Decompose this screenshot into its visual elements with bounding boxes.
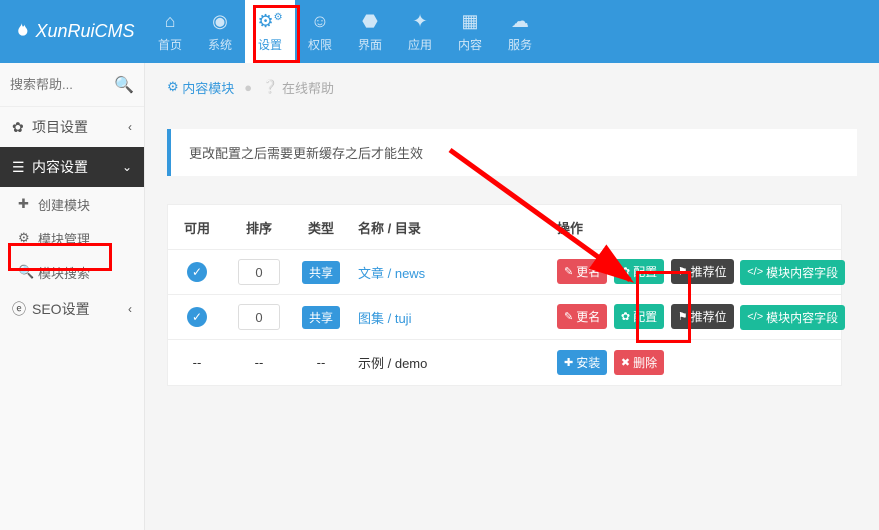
sidebar-module-manage[interactable]: ⚙ 模块管理 — [0, 221, 144, 255]
cogs-icon: ⚙ — [167, 79, 179, 95]
nav-service[interactable]: ☁服务 — [495, 0, 545, 63]
fields-button[interactable]: </>模块内容字段 — [740, 305, 845, 330]
config-button[interactable]: ✿配置 — [614, 259, 664, 284]
nav-app[interactable]: ✦应用 — [395, 0, 445, 63]
flag-icon: ⚑ — [678, 310, 688, 323]
table-row: ✓ 0 共享 图集 / tuji ✎更名 ✿配置 ⚑推荐位 </>模块内容字段 — [168, 295, 841, 340]
sort-input[interactable]: 0 — [238, 259, 280, 285]
sidebar-module-search[interactable]: 🔍 模块搜索 — [0, 255, 144, 289]
plus-icon: ✚ — [564, 356, 573, 369]
gear-icon: ✿ — [12, 119, 32, 136]
alert-cache: 更改配置之后需要更新缓存之后才能生效 — [167, 129, 857, 176]
user-icon: ☺ — [311, 11, 329, 32]
logo: XunRuiCMS — [0, 21, 145, 43]
nav-settings[interactable]: ⚙⚙设置 — [245, 0, 295, 63]
rename-button[interactable]: ✎更名 — [557, 304, 607, 329]
edit-icon: ✎ — [564, 265, 573, 278]
sidebar-create-module[interactable]: ✚ 创建模块 — [0, 187, 144, 221]
gear-icon: ✿ — [621, 265, 630, 278]
flag-icon: ⚑ — [678, 265, 688, 278]
edit-icon: ✎ — [564, 310, 573, 323]
code-icon: </> — [747, 311, 763, 323]
table-row: ✓ 0 共享 文章 / news ✎更名 ✿配置 ⚑推荐位 </>模块内容字段 — [168, 250, 841, 295]
code-icon: </> — [747, 266, 763, 278]
help-search[interactable]: 🔍 — [0, 63, 144, 107]
search-icon: 🔍 — [18, 264, 38, 280]
sidebar-seo-settings[interactable]: ⓔ SEO设置 ‹ — [0, 289, 144, 329]
th-sort: 排序 — [226, 218, 292, 237]
nav-auth[interactable]: ☺权限 — [295, 0, 345, 63]
globe-icon: ◉ — [212, 11, 228, 32]
bars-icon: ☰ — [12, 159, 32, 176]
gear-icon: ✿ — [621, 310, 630, 323]
module-table: 可用 排序 类型 名称 / 目录 操作 ✓ 0 共享 文章 / news ✎更名… — [167, 204, 842, 386]
module-link[interactable]: 图集 / tuji — [358, 311, 411, 326]
nav-system[interactable]: ◉系统 — [195, 0, 245, 63]
chevron-left-icon: ‹ — [128, 302, 132, 316]
ie-icon: ⓔ — [12, 299, 32, 319]
crumb-help[interactable]: ❔ 在线帮助 — [262, 78, 334, 97]
recpos-button[interactable]: ⚑推荐位 — [671, 304, 734, 329]
delete-button[interactable]: ✖删除 — [614, 350, 664, 375]
table-row: -- -- -- 示例 / demo ✚安装 ✖删除 — [168, 340, 841, 385]
type-badge: 共享 — [302, 261, 340, 284]
module-link[interactable]: 文章 / news — [358, 266, 425, 281]
nav-content[interactable]: ▦内容 — [445, 0, 495, 63]
cogs-icon: ⚙ — [18, 230, 38, 246]
th-name: 名称 / 目录 — [350, 218, 551, 237]
puzzle-icon: ✦ — [412, 11, 427, 32]
module-link: 示例 / demo — [350, 353, 551, 372]
nav-home[interactable]: ⌂首页 — [145, 0, 195, 63]
chevron-left-icon: ‹ — [128, 120, 132, 134]
config-button[interactable]: ✿配置 — [614, 304, 664, 329]
enabled-toggle[interactable]: ✓ — [187, 262, 207, 282]
recpos-button[interactable]: ⚑推荐位 — [671, 259, 734, 284]
question-icon: ❔ — [262, 79, 278, 95]
trash-icon: ✖ — [621, 356, 630, 369]
th-ops: 操作 — [551, 218, 841, 237]
breadcrumb: ⚙ 内容模块 ● ❔ 在线帮助 — [145, 65, 879, 109]
chevron-down-icon: ⌄ — [122, 160, 132, 174]
home-icon: ⌂ — [165, 11, 176, 32]
html5-icon: ⬣ — [362, 11, 378, 32]
sort-input[interactable]: 0 — [238, 304, 280, 330]
grid-icon: ▦ — [461, 11, 478, 32]
plus-icon: ✚ — [18, 196, 38, 212]
top-nav: ⌂首页 ◉系统 ⚙⚙设置 ☺权限 ⬣界面 ✦应用 ▦内容 ☁服务 — [145, 0, 545, 63]
sidebar-content-settings[interactable]: ☰ 内容设置 ⌄ — [0, 147, 144, 187]
th-use: 可用 — [168, 218, 226, 237]
cogs-icon: ⚙⚙ — [257, 11, 282, 32]
fields-button[interactable]: </>模块内容字段 — [740, 260, 845, 285]
type-badge: 共享 — [302, 306, 340, 329]
sidebar-project-settings[interactable]: ✿ 项目设置 ‹ — [0, 107, 144, 147]
th-type: 类型 — [292, 218, 350, 237]
search-icon[interactable]: 🔍 — [114, 75, 134, 95]
search-input[interactable] — [10, 77, 114, 92]
rename-button[interactable]: ✎更名 — [557, 259, 607, 284]
install-button[interactable]: ✚安装 — [557, 350, 607, 375]
cloud-icon: ☁ — [511, 11, 529, 32]
enabled-toggle[interactable]: ✓ — [187, 307, 207, 327]
nav-ui[interactable]: ⬣界面 — [345, 0, 395, 63]
crumb-module[interactable]: ⚙ 内容模块 — [167, 78, 234, 97]
